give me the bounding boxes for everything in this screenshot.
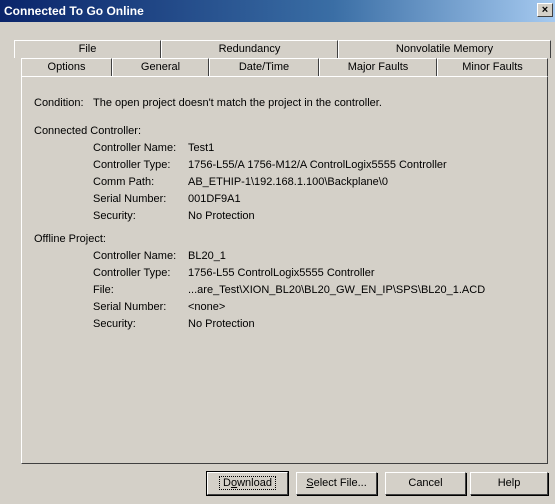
- window-title: Connected To Go Online: [4, 4, 144, 18]
- help-button[interactable]: Help: [470, 472, 548, 495]
- tab-date-time[interactable]: Date/Time: [209, 58, 319, 76]
- tab-row-bottom: Options General Date/Time Major Faults M…: [0, 58, 555, 77]
- connected-type-value: 1756-L55/A 1756-M12/A ControlLogix5555 C…: [188, 159, 447, 171]
- condition-text: The open project doesn't match the proje…: [93, 97, 382, 109]
- download-button-label: Download: [219, 476, 276, 490]
- connected-name-label: Controller Name:: [93, 142, 177, 154]
- select-file-button-label: Select File...: [306, 477, 367, 489]
- connected-type-label: Controller Type:: [93, 159, 171, 171]
- comm-path-label: Comm Path:: [93, 176, 155, 188]
- tab-major-faults-label: Major Faults: [347, 61, 409, 73]
- select-file-button[interactable]: Select File...: [296, 472, 377, 495]
- close-icon: ×: [541, 4, 549, 16]
- tab-redundancy[interactable]: Redundancy: [161, 40, 338, 58]
- tab-file-label: File: [78, 43, 97, 55]
- tab-date-time-label: Date/Time: [238, 61, 290, 73]
- tab-minor-faults-label: Minor Faults: [462, 61, 523, 73]
- tab-general-label: General: [140, 61, 181, 73]
- offline-type-value: 1756-L55 ControlLogix5555 Controller: [188, 267, 375, 279]
- tab-nonvolatile-memory[interactable]: Nonvolatile Memory: [338, 40, 551, 58]
- comm-path-value: AB_ETHIP-1\192.168.1.100\Backplane\0: [188, 176, 388, 188]
- offline-type-label: Controller Type:: [93, 267, 171, 279]
- offline-name-value: BL20_1: [188, 250, 226, 262]
- connected-controller-heading: Connected Controller:: [34, 125, 142, 137]
- connected-security-value: No Protection: [188, 210, 255, 222]
- cancel-button[interactable]: Cancel: [385, 472, 466, 495]
- tab-options-label: Options: [47, 61, 86, 73]
- connected-security-label: Security:: [93, 210, 136, 222]
- title-bar[interactable]: Connected To Go Online ×: [0, 0, 555, 22]
- condition-label: Condition:: [34, 97, 84, 109]
- tab-nonvolatile-memory-label: Nonvolatile Memory: [395, 43, 494, 55]
- connected-serial-value: 001DF9A1: [188, 193, 241, 205]
- download-button[interactable]: Download: [206, 471, 289, 496]
- tab-general[interactable]: General: [112, 58, 209, 76]
- offline-security-label: Security:: [93, 318, 136, 330]
- file-label: File:: [93, 284, 114, 296]
- file-value: ...are_Test\XION_BL20\BL20_GW_EN_IP\SPS\…: [188, 284, 486, 296]
- close-button[interactable]: ×: [537, 3, 553, 17]
- connected-name-value: Test1: [188, 142, 215, 154]
- offline-name-label: Controller Name:: [93, 250, 177, 262]
- tab-options[interactable]: Options: [21, 58, 112, 77]
- dialog-window: Connected To Go Online × File Redundancy…: [0, 0, 555, 504]
- tab-row-top: File Redundancy Nonvolatile Memory: [0, 40, 555, 58]
- offline-serial-value: <none>: [188, 301, 226, 313]
- tab-major-faults[interactable]: Major Faults: [319, 58, 437, 76]
- help-button-label: Help: [497, 477, 521, 489]
- offline-serial-label: Serial Number:: [93, 301, 167, 313]
- offline-security-value: No Protection: [188, 318, 255, 330]
- tab-minor-faults[interactable]: Minor Faults: [437, 58, 548, 76]
- cancel-button-label: Cancel: [408, 477, 443, 489]
- offline-project-heading: Offline Project:: [34, 233, 106, 245]
- tab-redundancy-label: Redundancy: [218, 43, 281, 55]
- tab-file[interactable]: File: [14, 40, 161, 58]
- connected-serial-label: Serial Number:: [93, 193, 167, 205]
